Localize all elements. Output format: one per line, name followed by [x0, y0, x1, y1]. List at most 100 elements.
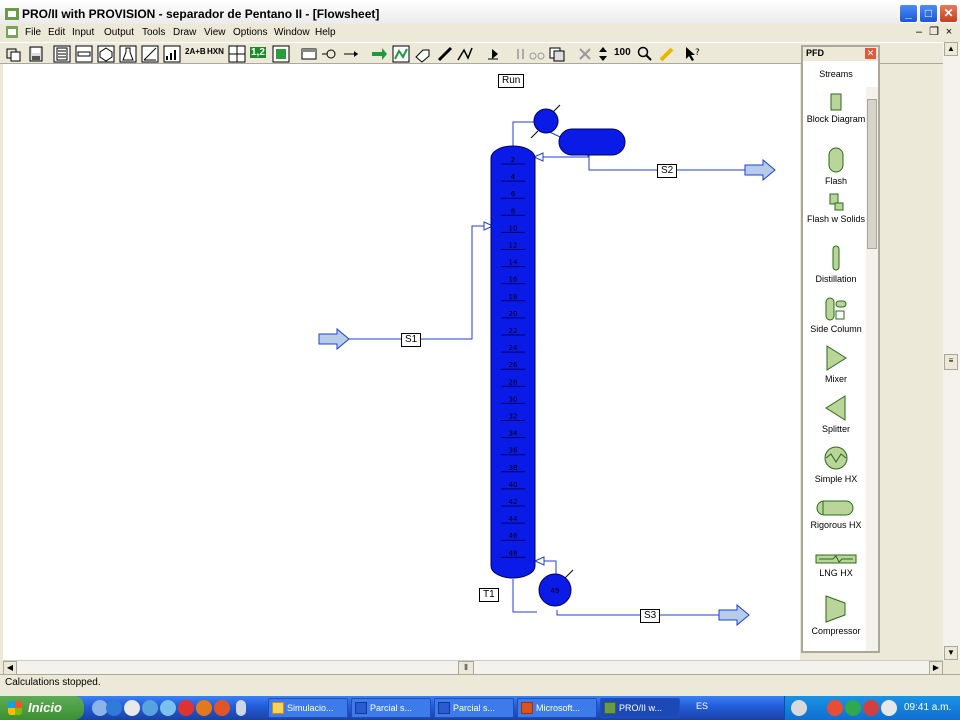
- task-proii[interactable]: PRO/II w...: [600, 698, 680, 718]
- volume-tray-icon[interactable]: [881, 700, 897, 716]
- save-icon[interactable]: [27, 45, 45, 63]
- task-microsoft[interactable]: Microsoft...: [517, 698, 597, 718]
- arrow-icon[interactable]: [342, 45, 360, 63]
- horizontal-scroll-thumb[interactable]: ⦀: [458, 661, 474, 675]
- flow-icon[interactable]: [320, 45, 338, 63]
- palette-splitter[interactable]: Splitter: [805, 395, 867, 435]
- copy-icon[interactable]: [548, 45, 566, 63]
- task-simulacion[interactable]: Simulacio...: [268, 698, 348, 718]
- menu-output[interactable]: Output: [104, 27, 134, 38]
- components-icon[interactable]: [97, 45, 115, 63]
- document-icon[interactable]: [5, 25, 19, 39]
- task-parcial-2[interactable]: Parcial s...: [434, 698, 514, 718]
- explorer-icon[interactable]: [124, 700, 140, 716]
- sequence-button[interactable]: 1,2: [250, 47, 266, 58]
- language-indicator[interactable]: ES: [696, 701, 708, 711]
- stream-label-s3[interactable]: S3: [640, 609, 661, 623]
- task-parcial-1-label: Parcial s...: [370, 703, 413, 713]
- hxn-button[interactable]: HXN: [207, 47, 224, 56]
- binoculars-icon[interactable]: [528, 45, 546, 63]
- palette-side-column[interactable]: Side Column: [805, 297, 867, 335]
- menu-options[interactable]: Options: [233, 27, 267, 38]
- pfd-close-button[interactable]: ✕: [865, 48, 876, 59]
- units-icon[interactable]: [75, 45, 93, 63]
- palette-simple-hx[interactable]: Simple HX: [805, 445, 867, 485]
- close-button[interactable]: ✕: [939, 4, 958, 23]
- menu-help[interactable]: Help: [315, 27, 336, 38]
- chrome-tray-icon[interactable]: [827, 700, 843, 716]
- product-arrow-s3: [718, 603, 750, 627]
- zoom-spin-icon[interactable]: [594, 45, 612, 63]
- palette-compressor[interactable]: Compressor: [805, 595, 867, 637]
- messenger-icon[interactable]: [160, 700, 176, 716]
- scroll-left-button[interactable]: ◀: [3, 661, 17, 675]
- palette-flash-solids[interactable]: Flash w Solids: [805, 193, 867, 225]
- palette-mixer[interactable]: Mixer: [805, 345, 867, 385]
- menu-file[interactable]: File: [25, 27, 41, 38]
- palette-streams[interactable]: Streams: [805, 69, 867, 80]
- vertical-scrollbar[interactable]: ▲ ≡ ▼: [943, 42, 960, 660]
- column-label-t1[interactable]: T1: [479, 588, 499, 602]
- link-icon[interactable]: [456, 45, 474, 63]
- delete-icon[interactable]: [576, 45, 594, 63]
- search-tray-icon[interactable]: [791, 700, 807, 716]
- horizontal-scrollbar[interactable]: ◀ ⦀ ▶: [3, 660, 943, 675]
- security-tray-icon[interactable]: [863, 700, 879, 716]
- pfd-scroll-thumb[interactable]: [867, 99, 877, 249]
- menu-view[interactable]: View: [204, 27, 226, 38]
- run-arrow-icon[interactable]: [370, 45, 388, 63]
- menu-window[interactable]: Window: [274, 27, 310, 38]
- plot-icon[interactable]: [392, 45, 410, 63]
- palette-block-diagram[interactable]: Block Diagram: [805, 93, 867, 125]
- new-icon[interactable]: [5, 45, 23, 63]
- mdi-restore-button[interactable]: ❐: [927, 26, 941, 39]
- palette-lng-hx[interactable]: LNG HX: [805, 553, 867, 579]
- thermo-icon[interactable]: [119, 45, 137, 63]
- tray-number: 18: [509, 293, 518, 301]
- palette-rigorous-hx[interactable]: Rigorous HX: [805, 499, 867, 531]
- help-pointer-icon[interactable]: ?: [684, 45, 702, 63]
- palette-flash[interactable]: Flash: [805, 147, 867, 187]
- reaction-data-button[interactable]: 2A+B: [185, 47, 206, 56]
- vertical-scroll-thumb[interactable]: ≡: [944, 354, 958, 370]
- window-icon[interactable]: [300, 45, 318, 63]
- stream-label-s1[interactable]: S1: [401, 333, 422, 347]
- run-label[interactable]: Run: [498, 74, 525, 88]
- scroll-down-button[interactable]: ▼: [944, 646, 958, 660]
- app-quicklaunch-icon[interactable]: [214, 700, 230, 716]
- firefox-icon[interactable]: [196, 700, 212, 716]
- pencil-icon[interactable]: [436, 45, 454, 63]
- pfd-scrollbar[interactable]: [866, 87, 878, 651]
- stream-label-s2[interactable]: S2: [657, 164, 678, 178]
- assay-icon[interactable]: [141, 45, 159, 63]
- menu-tools[interactable]: Tools: [142, 27, 165, 38]
- ie-icon[interactable]: [106, 700, 122, 716]
- flowsheet-canvas[interactable]: 2 4 6 8 10 12 14 16 18 20 22 24 26 28 30 32 34 36 38 40 42 44…: [3, 64, 800, 660]
- minimize-button[interactable]: _: [899, 4, 918, 23]
- scroll-up-button[interactable]: ▲: [944, 42, 958, 56]
- network-tray-icon[interactable]: [845, 700, 861, 716]
- task-parcial-1[interactable]: Parcial s...: [351, 698, 431, 718]
- start-button[interactable]: Inicio: [0, 696, 84, 720]
- step-icon[interactable]: [484, 45, 502, 63]
- mdi-minimize-button[interactable]: –: [912, 26, 926, 39]
- media-icon[interactable]: [142, 700, 158, 716]
- maximize-button[interactable]: □: [919, 4, 938, 23]
- quicktime-icon[interactable]: [178, 700, 194, 716]
- tag-icon[interactable]: [414, 45, 432, 63]
- highlighter-icon[interactable]: [658, 45, 676, 63]
- grid-icon[interactable]: [228, 45, 246, 63]
- quicklaunch-more-icon[interactable]: [236, 700, 246, 716]
- word-icon-2: [438, 702, 450, 714]
- menu-input[interactable]: Input: [72, 27, 94, 38]
- mdi-close-button[interactable]: ×: [942, 26, 956, 39]
- menu-draw[interactable]: Draw: [173, 27, 196, 38]
- stream-display-icon[interactable]: [272, 45, 290, 63]
- procedure-data-icon[interactable]: [163, 45, 181, 63]
- scroll-right-button[interactable]: ▶: [929, 661, 943, 675]
- data-entry-icon[interactable]: [53, 45, 71, 63]
- menu-edit[interactable]: Edit: [48, 27, 65, 38]
- zoom-icon[interactable]: [636, 45, 654, 63]
- palette-distillation[interactable]: Distillation: [805, 245, 867, 285]
- zoom-100-button[interactable]: 100: [614, 47, 631, 58]
